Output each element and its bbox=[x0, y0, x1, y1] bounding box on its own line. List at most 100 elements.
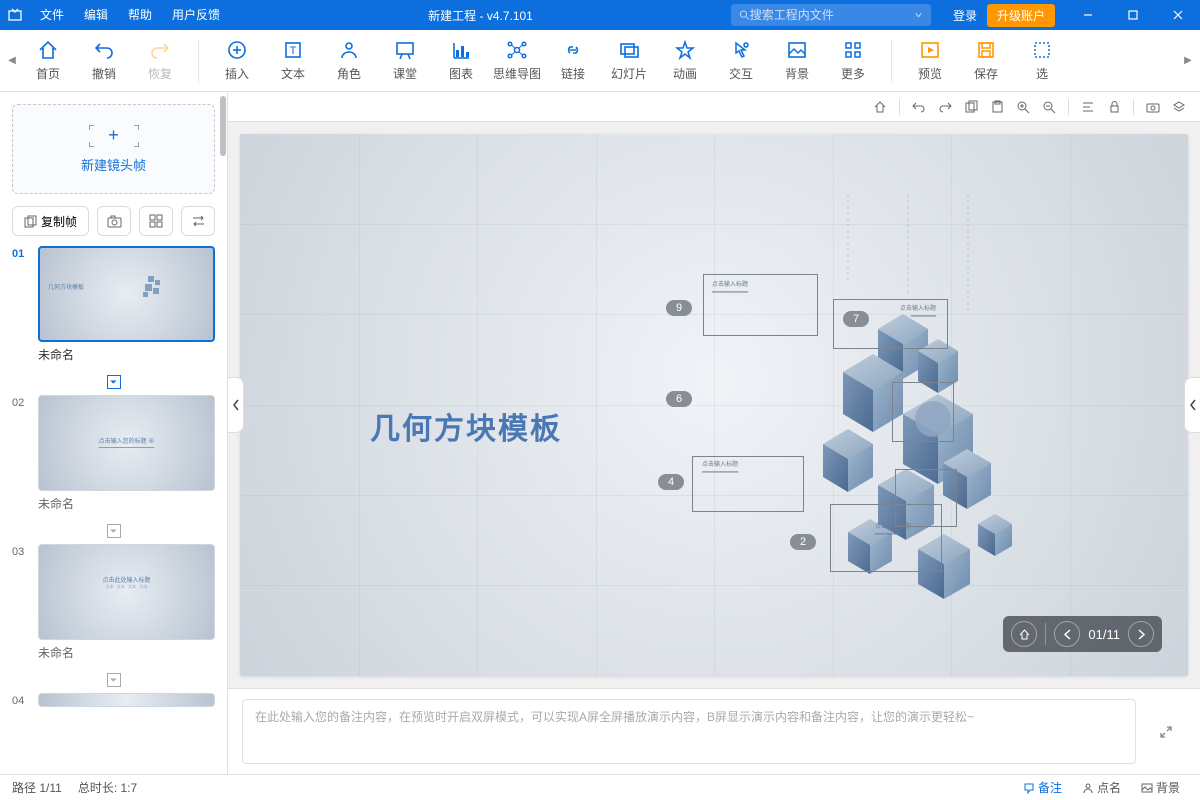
notes-expand-button[interactable] bbox=[1146, 699, 1186, 764]
camera-icon bbox=[107, 215, 122, 228]
annotation-text: 点击输入标题━━━━━━━ bbox=[900, 306, 936, 322]
tool-bg-button[interactable]: 背景 bbox=[769, 32, 825, 90]
person-icon bbox=[338, 39, 360, 61]
notes-area: 在此处输入您的备注内容，在预览时开启双屏模式，可以实现A屏全屏播放演示内容，B屏… bbox=[228, 688, 1200, 774]
canvas-marker[interactable]: 6 bbox=[666, 391, 692, 407]
nav-home-button[interactable] bbox=[1011, 621, 1037, 647]
sidebar-collapse-button[interactable] bbox=[228, 377, 244, 433]
menu-help[interactable]: 帮助 bbox=[118, 0, 162, 30]
tool-person-button[interactable]: 角色 bbox=[321, 32, 377, 90]
canvas-paste-icon[interactable] bbox=[986, 96, 1008, 118]
canvas[interactable]: 几何方块模板 bbox=[240, 134, 1188, 676]
menu-bar: 文件 编辑 帮助 用户反馈 bbox=[30, 0, 230, 30]
canvas-align-icon[interactable] bbox=[1077, 96, 1099, 118]
toolbar-items: 首页撤销恢复插入T文本角色课堂图表思维导图链接幻灯片动画交互背景更多预览保存选 bbox=[20, 30, 1070, 91]
slide-item-3[interactable]: 03 点击此处输入标题文本 文本 文本 文本 未命名 bbox=[12, 544, 215, 661]
toolbar-scroll-right[interactable]: ▶ bbox=[1180, 55, 1196, 66]
tool-star-button[interactable]: 动画 bbox=[657, 32, 713, 90]
canvas-lock-icon[interactable] bbox=[1103, 96, 1125, 118]
app-logo-icon bbox=[0, 7, 30, 23]
tool-chart-button[interactable]: 图表 bbox=[433, 32, 489, 90]
canvas-title-text[interactable]: 几何方块模板 bbox=[370, 404, 562, 448]
slide-thumbnail[interactable]: 几何方块模板 bbox=[38, 246, 215, 342]
camera-button[interactable] bbox=[97, 206, 131, 236]
tool-more-button[interactable]: 更多 bbox=[825, 32, 881, 90]
tool-slides-button[interactable]: 幻灯片 bbox=[601, 32, 657, 90]
search-icon bbox=[739, 9, 750, 21]
menu-feedback[interactable]: 用户反馈 bbox=[162, 0, 230, 30]
link-icon bbox=[562, 39, 584, 61]
chevron-down-icon[interactable] bbox=[914, 10, 923, 20]
canvas-marker[interactable]: 4 bbox=[658, 474, 684, 490]
minimize-button[interactable] bbox=[1065, 0, 1110, 30]
canvas-camera-icon[interactable] bbox=[1142, 96, 1164, 118]
slide-thumbnail[interactable]: 点击输入您的标题 ⊕━━━━━━━━━━━━━━━━━━━━━━━ bbox=[38, 395, 215, 491]
slide-item-1[interactable]: 01 几何方块模板 未命名 bbox=[12, 246, 215, 363]
canvas-marker[interactable]: 9 bbox=[666, 300, 692, 316]
slide-separator-icon[interactable]: ⏷ bbox=[12, 667, 215, 693]
canvas-zoom-in-icon[interactable] bbox=[1012, 96, 1034, 118]
copy-icon bbox=[24, 215, 37, 228]
tool-text-button[interactable]: T文本 bbox=[265, 32, 321, 90]
swap-button[interactable] bbox=[181, 206, 215, 236]
right-panel-expand-button[interactable] bbox=[1184, 377, 1200, 433]
canvas-marker[interactable]: 2 bbox=[790, 534, 816, 550]
canvas-home-icon[interactable] bbox=[869, 96, 891, 118]
maximize-button[interactable] bbox=[1110, 0, 1155, 30]
canvas-redo-icon[interactable] bbox=[934, 96, 956, 118]
canvas-zoom-out-icon[interactable] bbox=[1038, 96, 1060, 118]
note-icon bbox=[1023, 782, 1035, 794]
qr-button[interactable] bbox=[139, 206, 173, 236]
canvas-undo-icon[interactable] bbox=[908, 96, 930, 118]
new-frame-button[interactable]: + 新建镜头帧 bbox=[12, 104, 215, 194]
tool-plus-circle-button[interactable]: 插入 bbox=[209, 32, 265, 90]
canvas-wrap: 几何方块模板 bbox=[228, 122, 1200, 688]
copy-frame-button[interactable]: 复制帧 bbox=[12, 206, 89, 236]
canvas-toolbar bbox=[228, 92, 1200, 122]
tool-redo-button[interactable]: 恢复 bbox=[132, 32, 188, 90]
swap-icon bbox=[191, 215, 206, 227]
status-rollcall-button[interactable]: 点名 bbox=[1074, 777, 1129, 798]
tool-mindmap-button[interactable]: 思维导图 bbox=[489, 32, 545, 90]
bg-icon bbox=[786, 39, 808, 61]
slide-thumbnail[interactable]: 点击此处输入标题文本 文本 文本 文本 bbox=[38, 544, 215, 640]
slide-separator-icon[interactable]: ⏷ bbox=[12, 369, 215, 395]
search-box[interactable] bbox=[731, 4, 931, 26]
slide-thumbnail[interactable] bbox=[38, 693, 215, 707]
sidebar-scrollbar[interactable] bbox=[219, 92, 227, 774]
slides-icon bbox=[618, 39, 640, 61]
status-background-button[interactable]: 背景 bbox=[1133, 777, 1188, 798]
toolbar-scroll-left[interactable]: ◀ bbox=[4, 55, 20, 66]
search-input[interactable] bbox=[750, 8, 914, 22]
close-button[interactable] bbox=[1155, 0, 1200, 30]
tool-interact-button[interactable]: 交互 bbox=[713, 32, 769, 90]
nav-next-button[interactable] bbox=[1128, 621, 1154, 647]
tool-select-button[interactable]: 选 bbox=[1014, 32, 1070, 90]
menu-edit[interactable]: 编辑 bbox=[74, 0, 118, 30]
save-icon bbox=[975, 39, 997, 61]
canvas-marker[interactable]: 7 bbox=[843, 311, 869, 327]
login-link[interactable]: 登录 bbox=[943, 7, 987, 24]
tool-undo-button[interactable]: 撤销 bbox=[76, 32, 132, 90]
person-icon bbox=[1082, 782, 1094, 794]
slide-label: 未命名 bbox=[12, 491, 215, 512]
tool-home-button[interactable]: 首页 bbox=[20, 32, 76, 90]
image-icon bbox=[1141, 782, 1153, 794]
status-notes-button[interactable]: 备注 bbox=[1015, 777, 1070, 798]
nav-prev-button[interactable] bbox=[1054, 621, 1080, 647]
nav-page-counter: 01/11 bbox=[1088, 627, 1120, 642]
tool-board-button[interactable]: 课堂 bbox=[377, 32, 433, 90]
annotation-box[interactable] bbox=[895, 469, 957, 527]
canvas-layers-icon[interactable] bbox=[1168, 96, 1190, 118]
tool-link-button[interactable]: 链接 bbox=[545, 32, 601, 90]
slide-item-4[interactable]: 04 bbox=[12, 693, 215, 707]
slide-separator-icon[interactable]: ⏷ bbox=[12, 518, 215, 544]
canvas-copy-icon[interactable] bbox=[960, 96, 982, 118]
notes-input[interactable]: 在此处输入您的备注内容，在预览时开启双屏模式，可以实现A屏全屏播放演示内容，B屏… bbox=[242, 699, 1136, 764]
upgrade-button[interactable]: 升级账户 bbox=[987, 4, 1055, 27]
annotation-box[interactable] bbox=[892, 382, 954, 442]
slide-item-2[interactable]: 02 点击输入您的标题 ⊕━━━━━━━━━━━━━━━━━━━━━━━ 未命名 bbox=[12, 395, 215, 512]
tool-play-button[interactable]: 预览 bbox=[902, 32, 958, 90]
tool-save-button[interactable]: 保存 bbox=[958, 32, 1014, 90]
menu-file[interactable]: 文件 bbox=[30, 0, 74, 30]
